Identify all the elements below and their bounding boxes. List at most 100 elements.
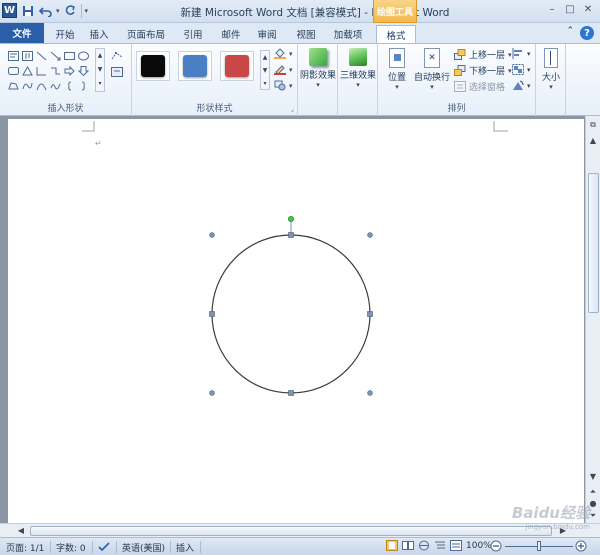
right-angle-line-icon[interactable] (34, 63, 48, 78)
shadow-effects-button[interactable]: 阴影效果 ▾ (299, 48, 337, 89)
position-icon (389, 48, 405, 68)
shapes-gallery-scroll[interactable]: ▲ ▼ ▾ (95, 48, 105, 92)
zoom-in-icon[interactable] (575, 540, 587, 555)
tab-review[interactable]: 审阅 (252, 25, 282, 43)
arrow-line-icon[interactable] (48, 48, 62, 63)
zoom-out-icon[interactable] (490, 540, 502, 555)
size-button[interactable]: 大小 ▾ (536, 48, 566, 91)
resize-handle-top-left[interactable] (209, 232, 215, 238)
ribbon-minimize-icon[interactable]: ⌃ (566, 26, 574, 40)
tab-page-layout[interactable]: 页面布局 (122, 25, 170, 43)
send-backward-button[interactable]: 下移一层 ▾ (454, 64, 512, 77)
horizontal-scrollbar[interactable]: ◀ ▶ (0, 523, 600, 537)
tab-format[interactable]: 格式 (376, 25, 416, 44)
three-d-effects-label: 三维效果 (339, 71, 376, 81)
black-style-swatch (141, 55, 165, 77)
page-count[interactable]: 页面: 1/1 (6, 541, 44, 554)
shadow-effects-dropdown-icon: ▾ (316, 81, 320, 89)
draw-textbox-icon[interactable] (110, 64, 124, 79)
zoom-level[interactable]: 100% (466, 541, 492, 551)
proofing-icon[interactable] (98, 541, 110, 555)
three-d-effects-dropdown-icon: ▾ (356, 81, 360, 89)
status-separator (116, 541, 117, 553)
rotate-handle[interactable] (287, 216, 294, 223)
outline-view-icon[interactable] (434, 540, 446, 554)
rounded-rect-icon[interactable] (6, 63, 20, 78)
circle-shape[interactable] (211, 234, 371, 394)
align-button[interactable]: ▾ (512, 48, 531, 59)
tab-home[interactable]: 开始 (50, 25, 80, 43)
rectangle-icon[interactable] (62, 48, 76, 63)
three-d-effects-button[interactable]: 三维效果 ▾ (339, 48, 377, 89)
horizontal-scroll-thumb[interactable] (30, 526, 552, 536)
scroll-left-icon[interactable]: ◀ (14, 524, 28, 537)
change-shape-button[interactable]: ▾ (274, 80, 293, 91)
help-icon[interactable]: ? (580, 26, 594, 40)
resize-handle-right[interactable] (367, 311, 373, 317)
scroll-down-icon[interactable]: ▼ (586, 470, 600, 483)
group-objects-button[interactable]: ▾ (512, 64, 531, 75)
position-button[interactable]: 位置 ▾ (380, 48, 414, 91)
textbox-icon[interactable] (6, 48, 20, 63)
document-page[interactable]: ↵ (8, 119, 584, 523)
style-swatch-black[interactable] (136, 51, 170, 81)
tab-view[interactable]: 视图 (290, 25, 322, 43)
style-swatch-blue[interactable] (178, 51, 212, 81)
resize-handle-bottom-left[interactable] (209, 390, 215, 396)
tab-references[interactable]: 引用 (178, 25, 208, 43)
tab-addins[interactable]: 加载项 (328, 25, 368, 43)
scroll-up-icon[interactable]: ▲ (586, 134, 600, 147)
bring-forward-button[interactable]: 上移一层 ▾ (454, 48, 512, 61)
right-brace-icon[interactable] (76, 78, 90, 93)
resize-handle-bottom[interactable] (288, 390, 294, 396)
resize-handle-bottom-right[interactable] (367, 390, 373, 396)
curve-icon[interactable] (20, 78, 34, 93)
resize-handle-left[interactable] (209, 311, 215, 317)
vertical-scroll-thumb[interactable] (588, 173, 599, 313)
wrap-text-icon: ✕ (424, 48, 440, 68)
insert-mode-indicator[interactable]: 插入 (176, 541, 194, 554)
style-swatch-red[interactable] (220, 51, 254, 81)
shape-fill-button[interactable]: ▾ (274, 48, 293, 59)
tab-insert[interactable]: 插入 (84, 25, 114, 43)
insert-shapes-label: 插入形状 (47, 104, 84, 114)
group-shadow-effects: 阴影效果 ▾ (298, 44, 338, 116)
vertical-scrollbar[interactable]: ⧉ ▲ ▼ ⏶ ● ⏷ (585, 116, 600, 523)
styles-gallery-scroll[interactable]: ▲ ▼ ▾ (260, 50, 270, 90)
edit-points-icon[interactable] (110, 48, 124, 63)
rotate-button[interactable]: ▾ (512, 80, 531, 91)
zoom-slider-thumb[interactable] (537, 541, 541, 551)
shape-outline-button[interactable]: ▾ (274, 64, 293, 75)
bring-forward-icon (454, 49, 466, 60)
tab-file[interactable]: 文件 (0, 23, 44, 43)
language-indicator[interactable]: 英语(美国) (122, 541, 165, 554)
wrap-text-button[interactable]: ✕ 自动换行 ▾ (412, 48, 452, 91)
ruler-toggle-icon[interactable]: ⧉ (586, 118, 600, 131)
print-layout-view-icon[interactable] (386, 540, 398, 554)
dialog-launcher-icon[interactable]: ⌟ (291, 105, 294, 113)
vertical-textbox-icon[interactable] (20, 48, 34, 63)
change-shape-icon (274, 80, 286, 91)
resize-handle-top-right[interactable] (367, 232, 373, 238)
arc-icon[interactable] (34, 78, 48, 93)
scribble-icon[interactable] (48, 78, 62, 93)
arrow-down-icon[interactable] (76, 63, 90, 78)
freeform-icon[interactable] (6, 78, 20, 93)
oval-icon[interactable] (76, 48, 90, 63)
minimize-button[interactable]: – (544, 2, 560, 17)
web-layout-icon[interactable] (418, 540, 430, 554)
word-count[interactable]: 字数: 0 (56, 541, 86, 554)
selection-pane-button[interactable]: 选择窗格 (454, 80, 505, 93)
full-screen-reading-icon[interactable] (402, 540, 414, 554)
left-brace-icon[interactable] (62, 78, 76, 93)
tab-mailings[interactable]: 邮件 (216, 25, 246, 43)
draft-view-icon[interactable] (450, 540, 462, 554)
resize-handle-top[interactable] (288, 232, 294, 238)
arrow-right-icon[interactable] (62, 63, 76, 78)
elbow-connector-icon[interactable] (48, 63, 62, 78)
close-button[interactable]: ✕ (580, 2, 596, 17)
maximize-button[interactable]: □ (562, 2, 578, 17)
shape-styles-label: 形状样式 (196, 104, 233, 114)
line-icon[interactable] (34, 48, 48, 63)
triangle-icon[interactable] (20, 63, 34, 78)
